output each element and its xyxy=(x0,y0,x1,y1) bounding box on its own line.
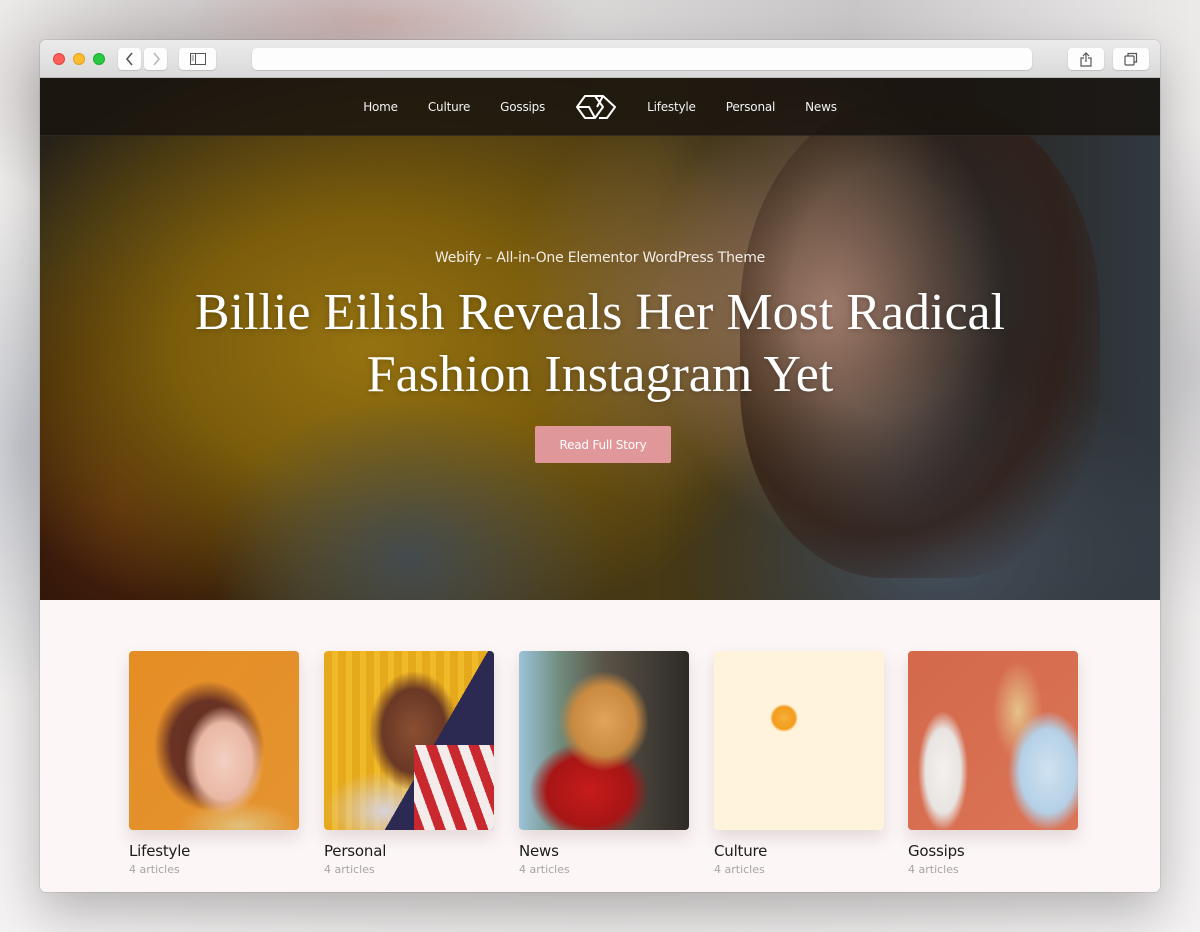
category-image[interactable] xyxy=(908,651,1078,830)
category-article-count: 4 articles xyxy=(324,863,375,876)
hero-headline[interactable]: Billie Eilish Reveals Her Most Radical F… xyxy=(40,282,1160,406)
browser-toolbar xyxy=(40,40,1160,78)
category-card-lifestyle[interactable]: Lifestyle 4 articles xyxy=(129,651,299,876)
main-navigation: Home Culture Gossips Lifestyle Personal … xyxy=(40,78,1160,136)
headline-line-1: Billie Eilish Reveals Her Most Radical xyxy=(194,284,1006,341)
category-card-culture[interactable]: Culture 4 articles xyxy=(714,651,884,876)
share-button[interactable] xyxy=(1068,48,1104,70)
category-article-count: 4 articles xyxy=(519,863,570,876)
chevron-left-icon xyxy=(125,52,133,66)
category-title[interactable]: Culture xyxy=(714,842,884,860)
nav-right-group: Lifestyle Personal News xyxy=(632,100,852,114)
category-card-gossips[interactable]: Gossips 4 articles xyxy=(908,651,1078,876)
address-bar[interactable] xyxy=(252,48,1032,70)
zoom-window-button[interactable] xyxy=(93,53,105,65)
category-card-news[interactable]: News 4 articles xyxy=(519,651,689,876)
nav-item-personal[interactable]: Personal xyxy=(726,100,776,114)
nav-item-home[interactable]: Home xyxy=(363,100,398,114)
browser-window: Home Culture Gossips Lifestyle Personal … xyxy=(40,40,1160,892)
category-grid: Lifestyle 4 articles Personal 4 articles… xyxy=(40,600,1160,892)
category-title[interactable]: Lifestyle xyxy=(129,842,299,860)
category-title[interactable]: Personal xyxy=(324,842,494,860)
category-article-count: 4 articles xyxy=(714,863,765,876)
category-image[interactable] xyxy=(519,651,689,830)
category-image[interactable] xyxy=(129,651,299,830)
hero-section: Home Culture Gossips Lifestyle Personal … xyxy=(40,78,1160,600)
headline-line-2: Fashion Instagram Yet xyxy=(366,346,834,403)
category-image[interactable] xyxy=(714,651,884,830)
category-title[interactable]: News xyxy=(519,842,689,860)
sidebar-toggle-button[interactable] xyxy=(179,48,216,70)
nav-item-culture[interactable]: Culture xyxy=(428,100,470,114)
category-article-count: 4 articles xyxy=(129,863,180,876)
nav-item-news[interactable]: News xyxy=(805,100,837,114)
category-image[interactable] xyxy=(324,651,494,830)
tabs-overview-button[interactable] xyxy=(1113,48,1149,70)
category-card-personal[interactable]: Personal 4 articles xyxy=(324,651,494,876)
back-button[interactable] xyxy=(118,48,141,70)
nav-item-gossips[interactable]: Gossips xyxy=(500,100,545,114)
category-title[interactable]: Gossips xyxy=(908,842,1078,860)
forward-button[interactable] xyxy=(144,48,167,70)
share-icon xyxy=(1080,51,1092,67)
nav-item-lifestyle[interactable]: Lifestyle xyxy=(647,100,696,114)
tabs-icon xyxy=(1124,52,1138,66)
hero-kicker: Webify – All-in-One Elementor WordPress … xyxy=(434,250,766,266)
category-article-count: 4 articles xyxy=(908,863,959,876)
minimize-window-button[interactable] xyxy=(73,53,85,65)
chevron-right-icon xyxy=(152,52,160,66)
read-full-story-button[interactable]: Read Full Story xyxy=(535,426,671,463)
sidebar-icon xyxy=(189,53,206,65)
close-window-button[interactable] xyxy=(53,53,65,65)
logo-icon[interactable] xyxy=(575,93,617,121)
nav-left-group: Home Culture Gossips xyxy=(348,100,560,114)
